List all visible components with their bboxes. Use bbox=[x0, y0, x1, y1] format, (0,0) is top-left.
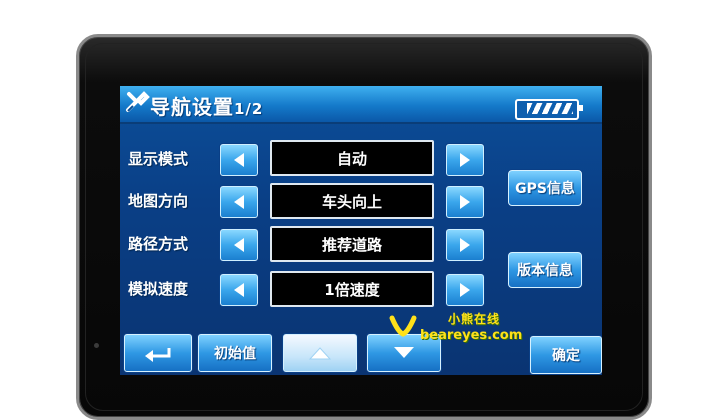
route-mode-value: 推荐道路 bbox=[270, 226, 434, 262]
gps-info-button[interactable]: GPS信息 bbox=[508, 170, 582, 206]
arrow-right-icon bbox=[460, 238, 470, 252]
microphone-hole bbox=[94, 343, 99, 348]
arrow-right-icon bbox=[460, 153, 470, 167]
title-bar: 导航设置1/2 bbox=[120, 86, 602, 124]
arrow-left-icon bbox=[234, 195, 244, 209]
watermark-logo-icon bbox=[389, 315, 417, 337]
version-info-button[interactable]: 版本信息 bbox=[508, 252, 582, 288]
page-up-button[interactable] bbox=[283, 334, 357, 372]
sim-speed-prev-button[interactable] bbox=[220, 274, 258, 306]
watermark-text-top: 小熊在线 bbox=[448, 312, 501, 326]
reset-default-button[interactable]: 初始值 bbox=[198, 334, 272, 372]
row-label-display-mode: 显示模式 bbox=[128, 150, 189, 168]
map-direction-next-button[interactable] bbox=[446, 186, 484, 218]
sim-speed-next-button[interactable] bbox=[446, 274, 484, 306]
wrench-icon bbox=[126, 91, 150, 112]
page-title: 导航设置1/2 bbox=[150, 91, 263, 120]
arrow-left-icon bbox=[234, 283, 244, 297]
arrow-right-icon bbox=[460, 283, 470, 297]
display-mode-next-button[interactable] bbox=[446, 144, 484, 176]
arrow-left-icon bbox=[234, 238, 244, 252]
row-label-sim-speed: 模拟速度 bbox=[128, 280, 189, 298]
confirm-button[interactable]: 确定 bbox=[530, 336, 602, 374]
page-title-text: 导航设置 bbox=[150, 95, 234, 119]
watermark: 小熊在线 beareyes.com bbox=[388, 306, 528, 352]
watermark-text-bottom: beareyes.com bbox=[420, 328, 523, 343]
route-mode-prev-button[interactable] bbox=[220, 229, 258, 261]
map-direction-prev-button[interactable] bbox=[220, 186, 258, 218]
row-label-map-direction: 地图方向 bbox=[128, 192, 189, 210]
arrow-left-icon bbox=[234, 153, 244, 167]
page-number: 1/2 bbox=[234, 100, 264, 118]
display-mode-value: 自动 bbox=[270, 140, 434, 176]
screen: 导航设置1/2 显示模式 自动 地图方向 车头向上 路径方式 推荐道路 模拟速度… bbox=[120, 86, 602, 375]
back-button[interactable] bbox=[124, 334, 192, 372]
arrow-right-icon bbox=[460, 195, 470, 209]
route-mode-next-button[interactable] bbox=[446, 229, 484, 261]
battery-icon bbox=[515, 99, 583, 120]
map-direction-value: 车头向上 bbox=[270, 183, 434, 219]
display-mode-prev-button[interactable] bbox=[220, 144, 258, 176]
battery-level bbox=[527, 103, 573, 114]
sim-speed-value: 1倍速度 bbox=[270, 271, 434, 307]
arrow-up-icon bbox=[309, 347, 331, 360]
row-label-route-mode: 路径方式 bbox=[128, 235, 189, 253]
return-arrow-icon bbox=[145, 348, 171, 362]
